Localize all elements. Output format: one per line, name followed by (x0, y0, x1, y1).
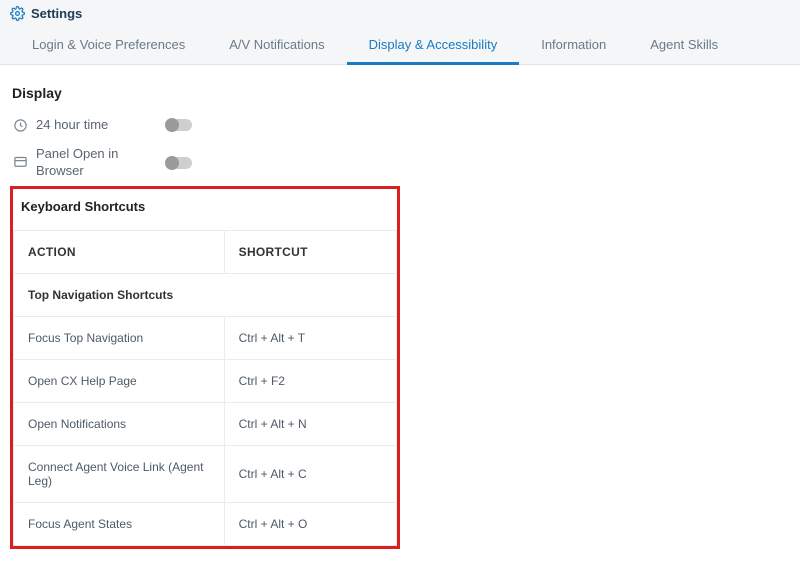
tab-agent-skills[interactable]: Agent Skills (628, 27, 740, 64)
cell-action: Focus Top Navigation (14, 316, 225, 359)
cell-action: Focus Agent States (14, 502, 225, 545)
cell-action: Open CX Help Page (14, 359, 225, 402)
shortcuts-table: ACTION SHORTCUT Top Navigation Shortcuts… (13, 230, 397, 546)
cell-shortcut: Ctrl + Alt + N (224, 402, 396, 445)
cell-shortcut: Ctrl + F2 (224, 359, 396, 402)
tab-information[interactable]: Information (519, 27, 628, 64)
cell-shortcut: Ctrl + Alt + T (224, 316, 396, 359)
table-row: Open CX Help Page Ctrl + F2 (14, 359, 397, 402)
col-shortcut: SHORTCUT (224, 230, 396, 273)
table-row: Connect Agent Voice Link (Agent Leg) Ctr… (14, 445, 397, 502)
setting-24hour: 24 hour time (10, 111, 400, 140)
col-action: ACTION (14, 230, 225, 273)
toggle-panel-open[interactable] (166, 157, 192, 169)
setting-panel-open: Panel Open in Browser (10, 140, 400, 186)
keyboard-section-title: Keyboard Shortcuts (13, 189, 397, 224)
tab-av-notifications[interactable]: A/V Notifications (207, 27, 346, 64)
table-row: Open Notifications Ctrl + Alt + N (14, 402, 397, 445)
tab-bar: Login & Voice Preferences A/V Notificati… (0, 27, 800, 65)
clock-icon (10, 118, 30, 133)
tab-login-voice[interactable]: Login & Voice Preferences (10, 27, 207, 64)
keyboard-shortcuts-section: Keyboard Shortcuts ACTION SHORTCUT Top N… (10, 186, 400, 549)
setting-label: 24 hour time (36, 117, 166, 134)
toggle-24hour[interactable] (166, 119, 192, 131)
gear-icon (10, 6, 25, 21)
cell-action: Connect Agent Voice Link (Agent Leg) (14, 445, 225, 502)
tab-display-accessibility[interactable]: Display & Accessibility (347, 27, 520, 65)
table-row: Focus Top Navigation Ctrl + Alt + T (14, 316, 397, 359)
page-header: Settings (0, 0, 800, 27)
setting-label: Panel Open in Browser (36, 146, 166, 180)
table-group-row: Top Navigation Shortcuts (14, 273, 397, 316)
table-row: Focus Agent States Ctrl + Alt + O (14, 502, 397, 545)
panel-icon (10, 155, 30, 170)
content-area: Display 24 hour time Panel Open in Brows… (0, 65, 410, 563)
page-title: Settings (31, 6, 82, 21)
cell-shortcut: Ctrl + Alt + O (224, 502, 396, 545)
cell-shortcut: Ctrl + Alt + C (224, 445, 396, 502)
display-section-title: Display (12, 85, 400, 101)
table-header-row: ACTION SHORTCUT (14, 230, 397, 273)
cell-action: Open Notifications (14, 402, 225, 445)
group-title: Top Navigation Shortcuts (14, 273, 397, 316)
